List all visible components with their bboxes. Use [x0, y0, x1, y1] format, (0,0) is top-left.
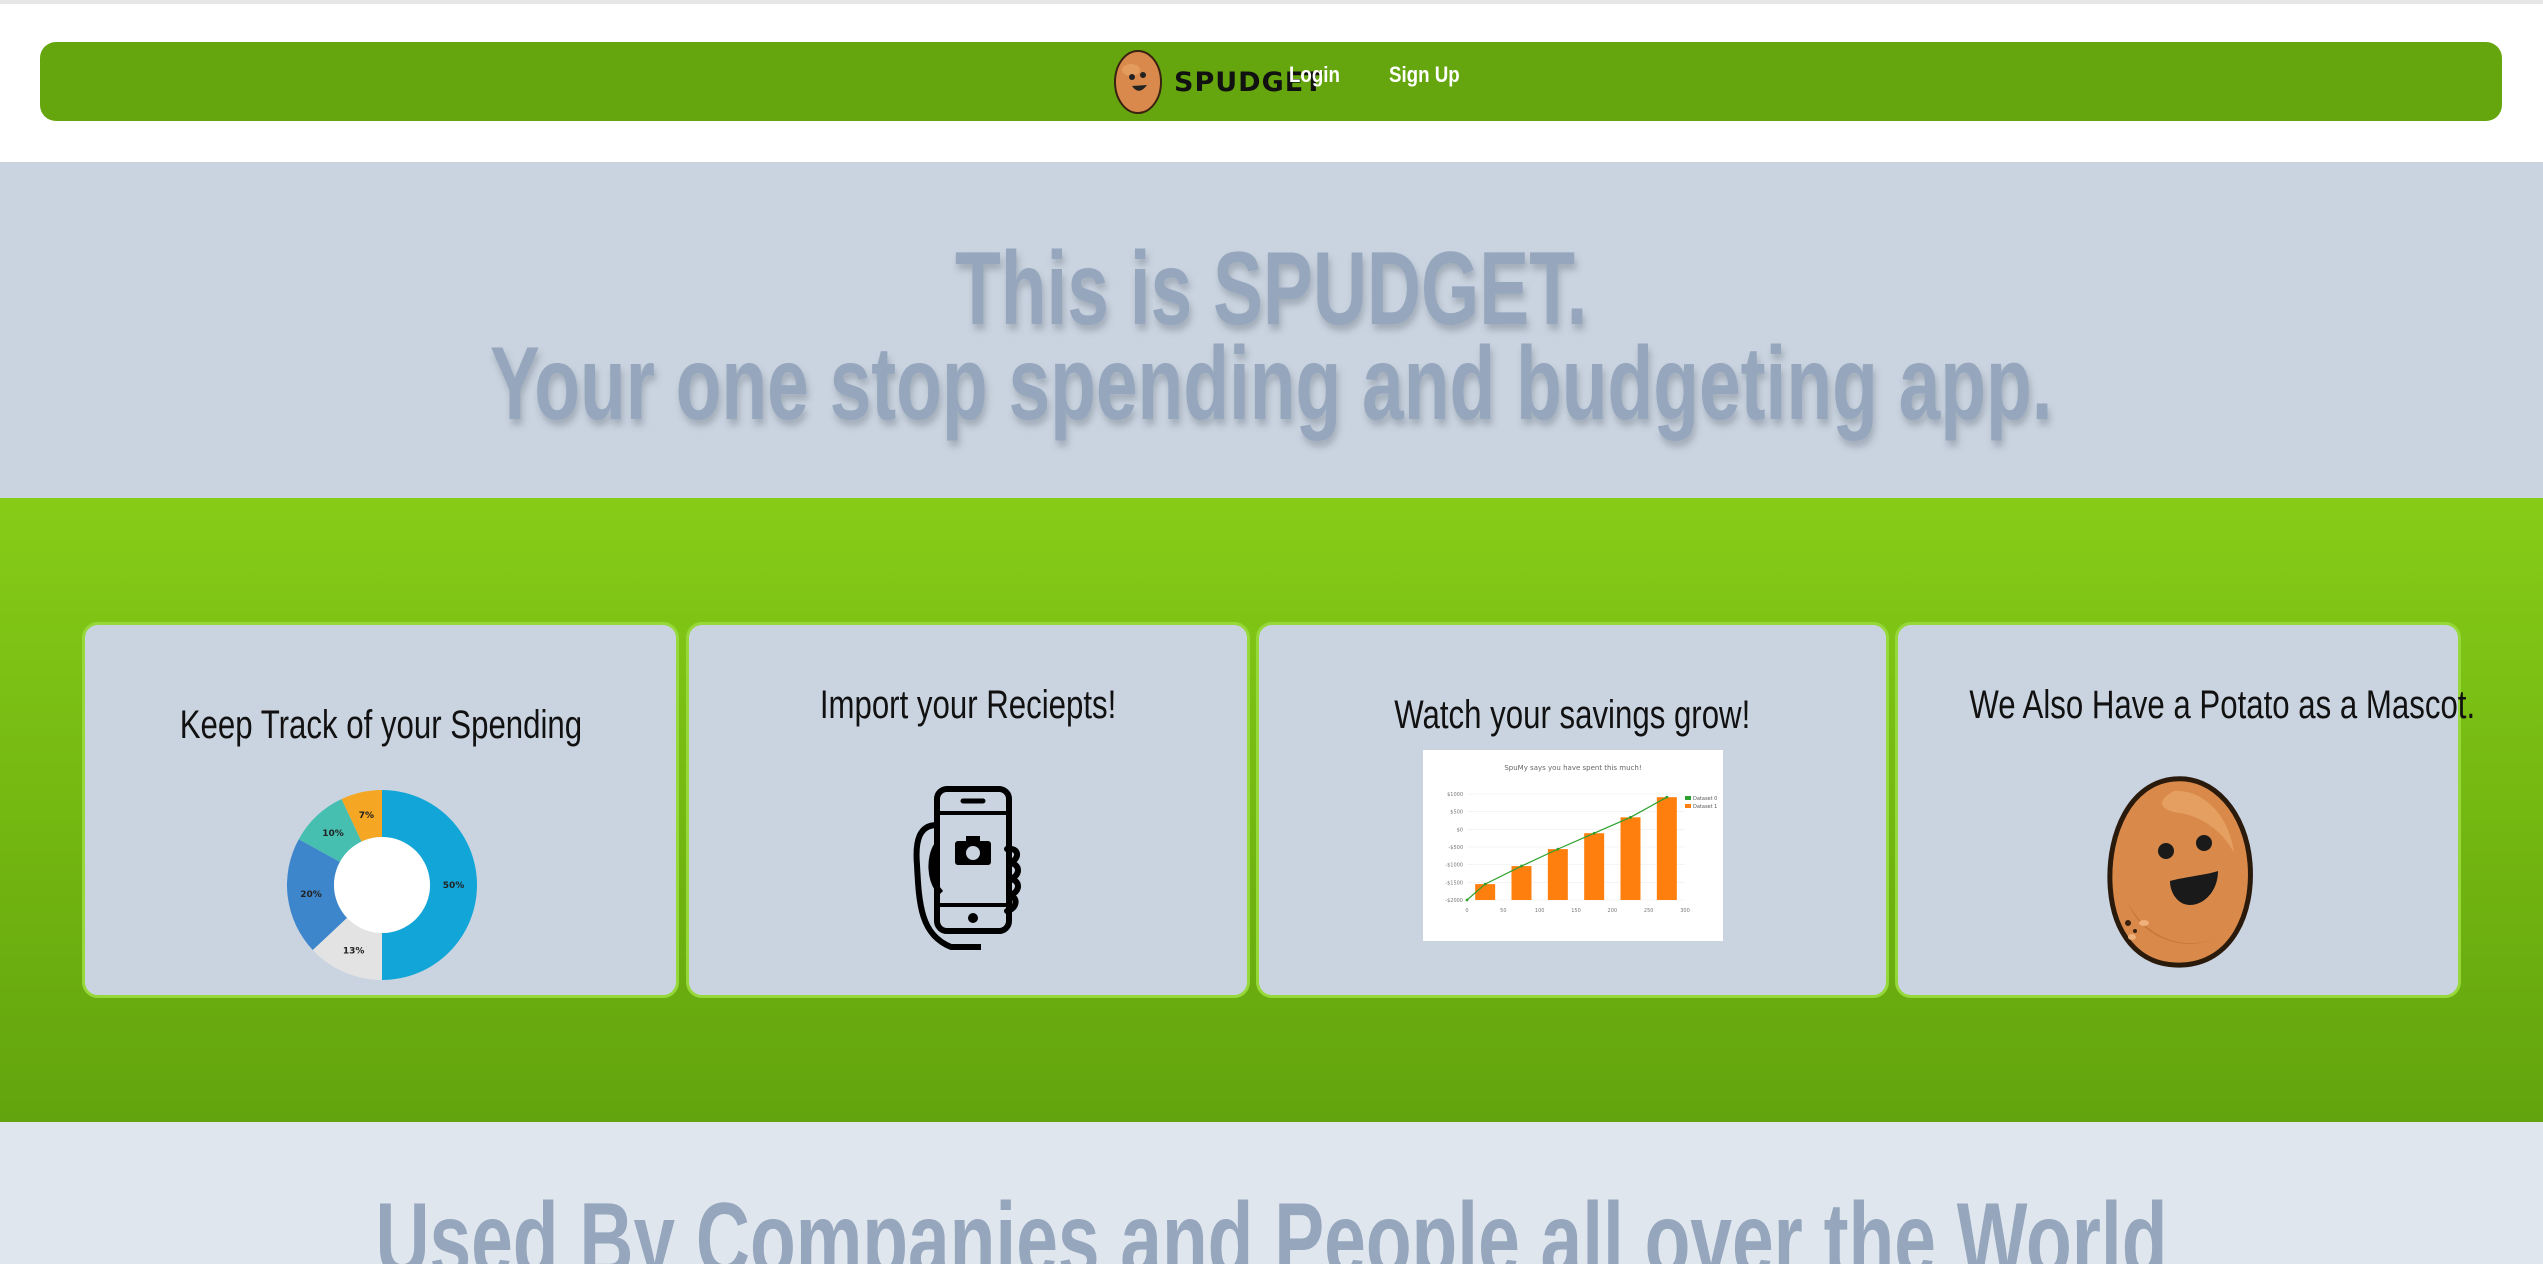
feature-card-spending: Keep Track of your Spending 50% 13% 20% 10%…: [82, 622, 679, 998]
feature-title: We Also Have a Potato as a Mascot.: [1898, 683, 2475, 728]
x-tick-label: 150: [1571, 908, 1581, 914]
login-link[interactable]: Login: [1289, 62, 1340, 88]
chart-bar: [1547, 849, 1568, 900]
donut-segment-label: 50%: [443, 881, 465, 891]
x-tick-label: 50: [1500, 908, 1506, 914]
y-tick-label: $500: [1450, 810, 1463, 816]
chart-bar: [1475, 884, 1496, 900]
chart-point: [1629, 815, 1632, 819]
chart-bar: [1656, 797, 1677, 900]
donut-hole: [334, 837, 430, 933]
x-tick-label: 300: [1680, 908, 1690, 914]
feature-title-text: Import your Reciepts!: [819, 683, 1117, 727]
feature-title-text: Watch your savings grow!: [1394, 693, 1751, 737]
y-tick-label: -$1000: [1445, 863, 1463, 869]
savings-chart-image: SpuMy says you have spent this much! $100…: [1423, 750, 1723, 941]
potato-mascot-image: [2107, 776, 2253, 968]
legend-swatch: [1685, 804, 1691, 808]
x-tick-label: 200: [1608, 908, 1618, 914]
navbar: SPUDGET Login Sign Up: [40, 42, 2502, 121]
hero-heading-line-2-text: Your one stop spending and budgeting app…: [490, 326, 2053, 442]
donut-segment-label: 13%: [343, 947, 365, 957]
x-tick-label: 250: [1644, 908, 1654, 914]
feature-card-mascot: We Also Have a Potato as a Mascot.: [1895, 622, 2475, 998]
y-tick-label: $1000: [1447, 792, 1463, 798]
feature-title-text: Keep Track of your Spending: [179, 703, 582, 747]
donut-segment-label: 7%: [359, 811, 374, 821]
features-band: Keep Track of your Spending 50% 13% 20% 10%…: [0, 498, 2543, 1122]
customers-heading-text: Used By Companies and People all over th…: [375, 1182, 2168, 1264]
x-tick-label: 0: [1465, 908, 1468, 914]
legend-label: Dataset 0: [1693, 796, 1717, 802]
signup-link[interactable]: Sign Up: [1389, 62, 1460, 88]
chart-point: [1665, 795, 1669, 799]
legend-swatch: [1685, 796, 1691, 800]
chart-bar: [1620, 817, 1641, 900]
feature-card-receipts: Import your Reciepts!: [686, 622, 1250, 998]
chart-bar: [1511, 866, 1532, 900]
chart-point: [1465, 898, 1469, 902]
chart-bar: [1584, 833, 1605, 900]
chart-point: [1592, 831, 1596, 835]
y-tick-label: $0: [1457, 827, 1463, 833]
feature-title: Watch your savings grow!: [1259, 693, 1886, 738]
x-tick-label: 100: [1535, 908, 1545, 914]
chart-point: [1520, 864, 1523, 868]
y-tick-label: -$1500: [1445, 880, 1463, 886]
customers-section: Used By Companies and People all over th…: [0, 1122, 2543, 1264]
donut-segment-label: 20%: [300, 890, 322, 900]
feature-title-text: We Also Have a Potato as a Mascot.: [1969, 683, 2476, 727]
chart-point: [1556, 847, 1560, 851]
legend-label: Dataset 1: [1693, 804, 1717, 810]
hero-heading-line-2: Your one stop spending and budgeting app…: [0, 332, 2543, 436]
feature-title: Import your Reciepts!: [689, 683, 1247, 728]
donut-segment-label: 10%: [322, 829, 344, 839]
chart-point: [1483, 882, 1487, 886]
chart-title: SpuMy says you have spent this much!: [1504, 764, 1641, 772]
y-tick-label: -$2000: [1445, 898, 1463, 904]
potato-logo-icon: [1114, 50, 1162, 114]
y-tick-label: -$500: [1448, 845, 1463, 851]
top-divider: [0, 0, 2543, 4]
feature-card-savings: Watch your savings grow! SpuMy says you …: [1256, 622, 1889, 998]
customers-heading: Used By Companies and People all over th…: [0, 1188, 2543, 1264]
feature-title: Keep Track of your Spending: [85, 703, 676, 748]
hero-section: This is SPUDGET. Your one stop spending …: [0, 162, 2543, 498]
phone-camera-icon: [913, 786, 1021, 950]
donut-chart-image: 50% 13% 20% 10% 7%: [287, 790, 477, 980]
